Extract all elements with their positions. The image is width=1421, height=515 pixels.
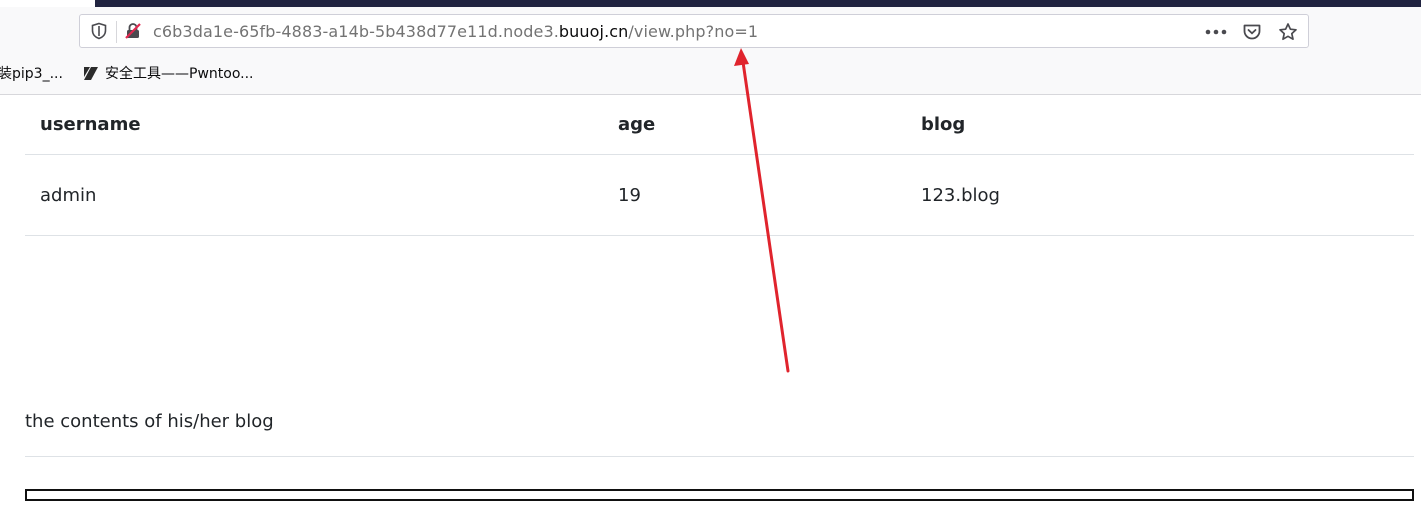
cell-blog: 123.blog xyxy=(906,154,1414,236)
blog-contents-label: the contents of his/her blog xyxy=(25,411,274,432)
table-row: admin 19 123.blog xyxy=(25,154,1414,236)
column-header-age: age xyxy=(603,94,906,155)
bookmark-item[interactable]: 安全工具——Pwntoo... xyxy=(83,63,254,83)
window-top-strip xyxy=(95,0,1421,7)
divider xyxy=(25,456,1414,457)
urlbar-separator xyxy=(116,21,117,43)
pocket-button[interactable] xyxy=(1240,20,1264,44)
column-header-blog: blog xyxy=(906,94,1414,155)
bookmark-label: 安全工具——Pwntoo... xyxy=(105,66,254,82)
more-dots-icon xyxy=(1205,29,1227,35)
url-actions xyxy=(1204,20,1300,44)
blog-content-frame[interactable] xyxy=(25,489,1414,501)
browser-toolbar: c6b3da1e-65fb-4883-a14b-5b438d77e11d.nod… xyxy=(0,7,1421,95)
bookmark-item[interactable]: 装pip3_... xyxy=(0,63,63,83)
url-host: buuoj.cn xyxy=(558,22,629,41)
table-header-row: username age blog xyxy=(25,94,1414,155)
url-text[interactable]: c6b3da1e-65fb-4883-a14b-5b438d77e11d.nod… xyxy=(153,22,758,42)
star-icon xyxy=(1279,23,1297,41)
user-table: username age blog admin 19 123.blog xyxy=(25,94,1414,236)
cell-age: 19 xyxy=(603,154,906,236)
pocket-icon xyxy=(1243,24,1261,40)
address-bar[interactable]: c6b3da1e-65fb-4883-a14b-5b438d77e11d.nod… xyxy=(79,14,1309,48)
insecure-connection-lock-icon[interactable] xyxy=(124,22,142,40)
url-path: /view.php?no=1 xyxy=(628,22,759,41)
tracking-protection-shield-icon[interactable] xyxy=(90,22,108,40)
column-header-username: username xyxy=(25,94,603,155)
url-prefix: c6b3da1e-65fb-4883-a14b-5b438d77e11d.nod… xyxy=(153,22,559,41)
cell-username: admin xyxy=(25,154,603,236)
bookmark-favicon-icon xyxy=(84,67,98,80)
bookmark-star-button[interactable] xyxy=(1276,20,1300,44)
page-actions-button[interactable] xyxy=(1204,20,1228,44)
